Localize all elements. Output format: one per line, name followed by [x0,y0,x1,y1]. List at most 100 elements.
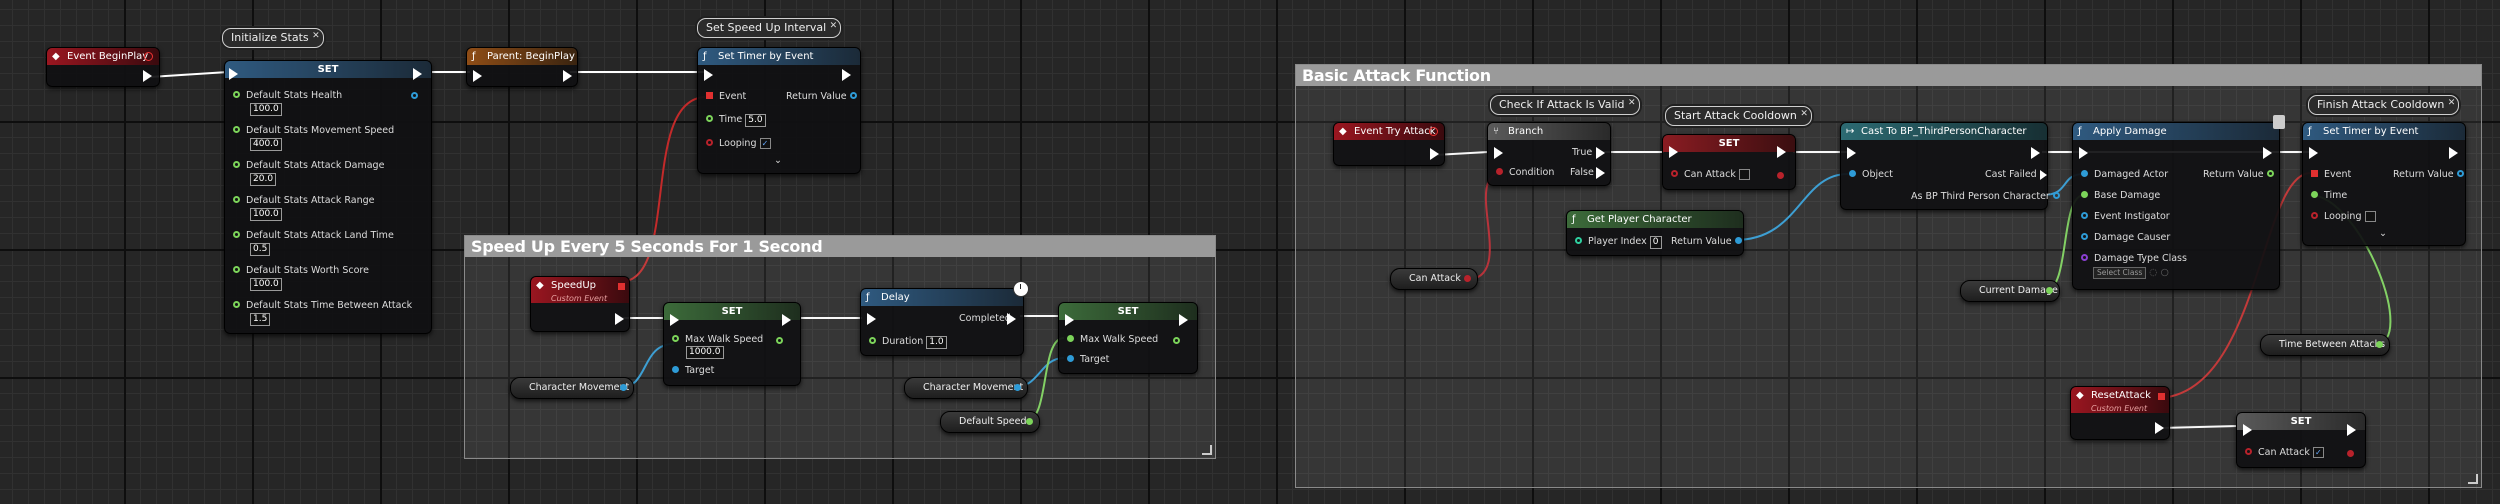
pin-target[interactable]: Target [672,364,714,378]
exec-in-pin[interactable] [1494,147,1503,159]
pin-event-instigator[interactable]: Event Instigator [2081,210,2170,224]
duration-input[interactable]: 1.0 [926,336,947,349]
pin-return-value[interactable]: Return Value [786,90,857,104]
exec-out-pin[interactable] [2263,147,2272,159]
pin-icon[interactable]: ✕ [1628,94,1636,112]
exec-out-pin[interactable] [563,70,572,82]
exec-in-pin[interactable] [2309,147,2318,159]
pin-time[interactable]: Time [2311,189,2347,203]
var-current-damage[interactable]: Current Damage [1960,280,2060,302]
bool-pin[interactable] [1464,275,1471,282]
pin-object[interactable]: Object [1849,168,1893,182]
exec-out-pin[interactable] [1430,148,1439,160]
input-field[interactable]: 1000.0 [686,345,724,359]
exec-out-pin[interactable] [143,70,152,82]
pin-player-index[interactable]: Player Index 0 [1575,235,1662,249]
expand-icon[interactable]: ⌄ [774,154,782,168]
exec-out-pin[interactable] [1179,314,1188,326]
node-set-max-walk-speed-2[interactable]: SET Max Walk Speed Target [1058,302,1198,374]
pin-time[interactable]: Time 5.0 [706,113,766,127]
node-event-beginplay[interactable]: ◆ Event BeginPlay [46,47,160,87]
exec-in-pin[interactable] [2243,424,2252,436]
bool-output-pin[interactable] [1777,172,1784,179]
exec-in-pin[interactable] [704,69,713,81]
float-pin[interactable] [2046,287,2053,294]
looping-checkbox[interactable]: ✓ [759,138,771,149]
node-reset-attack-event[interactable]: ◆ ResetAttack Custom Event [2070,386,2170,440]
pin-completed[interactable]: Completed [959,312,1011,326]
pin-return-value[interactable]: Return Value [2393,168,2464,182]
object-pin[interactable] [1014,384,1021,391]
browse-icon[interactable]: ◌ ○ [2149,267,2169,278]
exec-out-pin[interactable] [413,68,422,80]
comment-bubble-start-cooldown[interactable]: Start Attack Cooldown ✕ [1665,106,1812,126]
delegate-pin-icon[interactable] [1429,127,1438,136]
var-character-movement-2[interactable]: Character Movement [904,377,1028,399]
delegate-pin-icon[interactable] [618,283,625,290]
var-character-movement-1[interactable]: Character Movement [510,377,634,399]
comment-bubble-speed-up-interval[interactable]: Set Speed Up Interval ✕ [697,18,842,38]
exec-out-pin[interactable] [2031,147,2040,159]
node-set-can-attack[interactable]: SET Can Attack [1662,134,1796,190]
node-set-timer-by-event[interactable]: ƒ Set Timer by Event Event Return Value T… [697,47,861,174]
pin-default-stats-time-between-attack[interactable]: Default Stats Time Between Attack [233,299,412,313]
delegate-pin-icon[interactable] [706,92,713,99]
node-set-max-walk-speed[interactable]: SET Max Walk Speed 1000.0 Target [663,302,801,386]
select-class-dropdown[interactable]: Select Class ◌ ○ [2093,266,2169,280]
can-attack-checkbox[interactable] [1738,169,1750,180]
var-default-speed[interactable]: Default Speed [940,411,1040,433]
delegate-pin-icon[interactable] [2311,170,2318,177]
pin-can-attack[interactable]: Can Attack [1671,168,1750,182]
select-class-value[interactable]: Select Class [2093,267,2147,279]
pin-looping[interactable]: Looping [2311,210,2376,224]
resize-grip-icon[interactable] [2468,474,2478,484]
exec-out-pin[interactable] [2347,424,2356,436]
comment-bubble-initialize-stats[interactable]: Initialize Stats ✕ [222,28,324,48]
input-field[interactable]: 1.5 [250,312,271,326]
pin-true[interactable]: True [1572,146,1592,160]
float-pin[interactable] [1026,418,1033,425]
pin-false[interactable]: False [1570,166,1594,180]
exec-in-pin[interactable] [1669,146,1678,158]
exec-true-pin[interactable] [1596,147,1605,159]
node-branch[interactable]: ⑂ Branch True Condition False [1487,122,1611,186]
node-set-can-attack-2[interactable]: SET Can Attack ✓ [2236,412,2366,468]
comment-bubble-finish-cooldown[interactable]: Finish Attack Cooldown ✕ [2308,95,2460,115]
value-box[interactable]: 20.0 [250,173,277,186]
pin-default-stats-attack-land-time[interactable]: Default Stats Attack Land Time [233,229,394,243]
exec-out-pin[interactable] [2449,147,2458,159]
pin-default-stats-worth-score[interactable]: Default Stats Worth Score [233,264,369,278]
delegate-pin-icon[interactable] [2158,393,2165,400]
pin-max-walk-speed[interactable]: Max Walk Speed [1067,333,1158,347]
pin-return-value[interactable]: Return Value [2203,168,2274,182]
exec-out-pin[interactable] [615,313,624,325]
pin-default-stats-attack-damage[interactable]: Default Stats Attack Damage [233,159,384,173]
looping-checkbox[interactable] [2364,211,2376,222]
exec-out-pin[interactable] [782,314,791,326]
pin-return-value[interactable]: Return Value [1671,235,1742,249]
pin-icon[interactable]: ✕ [312,27,320,45]
input-field[interactable]: 400.0 [250,137,282,151]
value-box[interactable]: 1.5 [250,313,271,326]
pin-event[interactable]: Event [2311,168,2351,182]
pin-can-attack[interactable]: Can Attack ✓ [2245,446,2324,460]
exec-out-pin[interactable] [1007,313,1016,325]
input-field[interactable]: 100.0 [250,277,282,291]
exec-out-pin[interactable] [1777,146,1786,158]
node-delay[interactable]: ƒ Delay Completed Duration 1.0 [860,281,1029,356]
time-input[interactable]: 5.0 [745,114,766,127]
exec-false-pin[interactable] [1596,167,1605,179]
value-box[interactable]: 100.0 [250,278,282,291]
pin-default-stats-movement-speed[interactable]: Default Stats Movement Speed [233,124,394,138]
pin-damage-type-class[interactable]: Damage Type Class [2081,252,2187,266]
float-output-pin[interactable] [411,92,418,99]
node-cast-to-bp-thirdpersoncharacter[interactable]: ↦ Cast To BP_ThirdPersonCharacter Object … [1840,122,2060,210]
float-output-pin[interactable] [776,337,783,344]
exec-in-pin[interactable] [1847,147,1856,159]
input-field[interactable]: 0.5 [250,242,271,256]
var-time-between-attacks[interactable]: Time Between Attacks [2260,334,2390,356]
resize-grip-icon[interactable] [1202,445,1212,455]
exec-in-pin[interactable] [2079,147,2088,159]
exec-in-pin[interactable] [229,68,238,80]
exec-in-pin[interactable] [867,313,876,325]
